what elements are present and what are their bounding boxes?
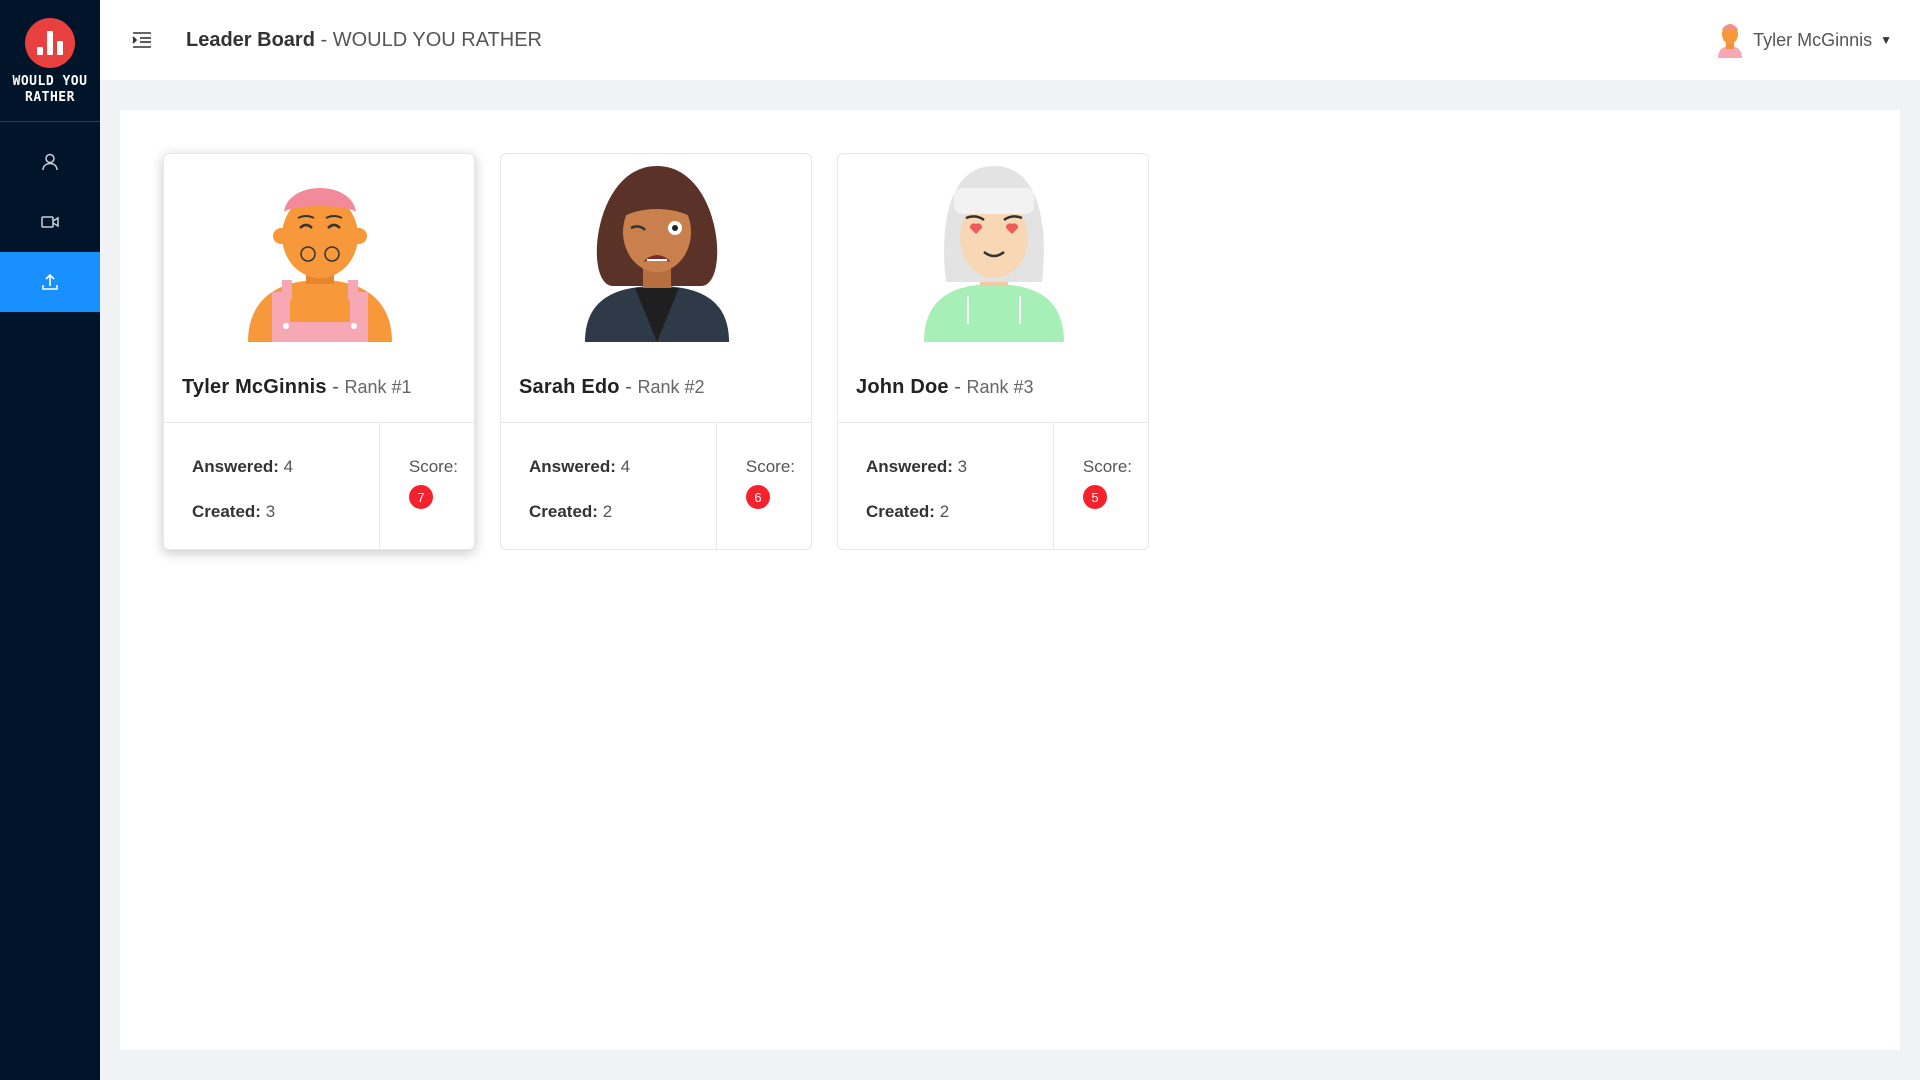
user-avatar — [248, 188, 392, 342]
card-footer: Answered: 3 Created: 2 Score: 5 — [838, 422, 1148, 550]
score-badge: 6 — [746, 485, 770, 509]
sidebar: WOULD YOU RATHER — [0, 0, 100, 1080]
leaderboard-card[interactable]: Tyler McGinnis - Rank #1 Answered: 4 Cre… — [163, 153, 475, 550]
card-footer: Answered: 4 Created: 3 Score: 7 — [164, 422, 474, 550]
user-avatar — [585, 166, 729, 342]
leaderboard-card[interactable]: John Doe - Rank #3 Answered: 3 Created: … — [837, 153, 1149, 550]
created-stat: Created: 2 — [866, 502, 950, 521]
user-menu[interactable]: Tyler McGinnis ▼ — [1715, 0, 1892, 80]
top-header: Leader Board - WOULD YOU RATHER Tyler Mc… — [100, 0, 1920, 80]
created-stat: Created: 2 — [529, 502, 613, 521]
score-label: Score: — [745, 457, 795, 476]
logo-text: WOULD YOU RATHER — [12, 74, 88, 105]
leaderboard-panel: Tyler McGinnis - Rank #1 Answered: 4 Cre… — [120, 110, 1900, 1050]
card-title: John Doe - Rank #3 — [856, 376, 1034, 398]
sidebar-item-users[interactable] — [0, 132, 100, 192]
menu-unfold-icon[interactable] — [130, 28, 154, 52]
score-label: Score: — [408, 457, 458, 476]
score-label: Score: — [1082, 457, 1132, 476]
score-badge: 7 — [409, 485, 433, 509]
answered-stat: Answered: 4 — [192, 457, 294, 476]
answered-stat: Answered: 3 — [866, 457, 968, 476]
app-logo[interactable]: WOULD YOU RATHER — [0, 0, 100, 122]
video-camera-icon — [41, 216, 59, 228]
user-name: Tyler McGinnis — [1753, 29, 1873, 50]
sidebar-item-video[interactable] — [0, 192, 100, 252]
score-badge: 5 — [1083, 485, 1107, 509]
leaderboard-card[interactable]: Sarah Edo - Rank #2 Answered: 4 Created:… — [500, 153, 812, 550]
card-title: Sarah Edo - Rank #2 — [519, 376, 705, 398]
created-stat: Created: 3 — [192, 502, 276, 521]
user-avatar — [924, 166, 1064, 342]
answered-stat: Answered: 4 — [529, 457, 631, 476]
page-title: Leader Board - WOULD YOU RATHER — [186, 28, 542, 51]
user-icon — [42, 153, 58, 171]
upload-icon — [42, 273, 58, 290]
user-avatar — [1718, 24, 1743, 58]
sidebar-item-upload[interactable] — [0, 252, 100, 312]
card-footer: Answered: 4 Created: 2 Score: 6 — [501, 422, 811, 550]
card-title: Tyler McGinnis - Rank #1 — [182, 376, 412, 398]
chevron-down-icon: ▼ — [1880, 33, 1892, 47]
logo-chart-icon — [25, 18, 75, 68]
